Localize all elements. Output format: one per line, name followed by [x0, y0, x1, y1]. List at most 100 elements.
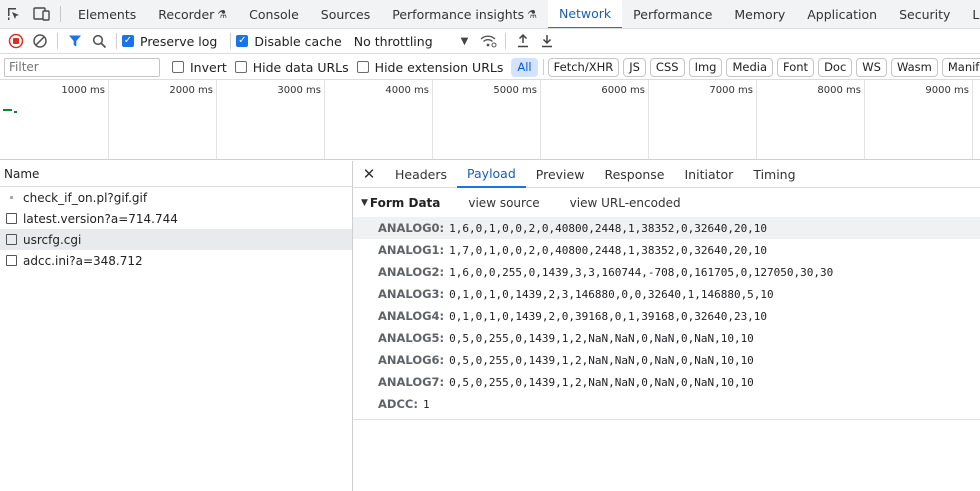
filter-type-all[interactable]: All	[511, 57, 538, 77]
network-conditions-icon[interactable]	[476, 29, 500, 53]
checkbox-checked-icon: ✓	[236, 35, 249, 47]
filter-type-doc[interactable]: Doc	[818, 57, 853, 77]
form-data-value: 1,7,0,1,0,0,2,0,40800,2448,1,38352,0,326…	[449, 243, 768, 257]
tab-recorder[interactable]: Recorder ⚗	[147, 0, 238, 28]
filter-type-js[interactable]: JS	[623, 57, 646, 77]
form-data-row[interactable]: ANALOG2: 1,6,0,0,255,0,1439,3,3,160744,-7…	[353, 261, 980, 283]
tab-label: Elements	[78, 6, 137, 22]
form-data-value: 1,6,0,0,255,0,1439,3,3,160744,-708,0,161…	[449, 265, 834, 279]
view-source-link[interactable]: view source	[468, 196, 539, 210]
hide-extension-urls-checkbox[interactable]: Hide extension URLs	[356, 59, 504, 75]
form-data-row[interactable]: ANALOG7: 0,5,0,255,0,1439,1,2,NaN,NaN,0,N…	[353, 371, 980, 393]
filter-type-fetch-xhr[interactable]: Fetch/XHR	[547, 57, 620, 77]
timeline-gridline	[324, 80, 325, 159]
form-data-value: 0,5,0,255,0,1439,1,2,NaN,NaN,0,NaN,0,NaN…	[449, 375, 754, 389]
tab-performance-insights[interactable]: Performance insights ⚗	[381, 0, 548, 28]
tab-memory[interactable]: Memory	[723, 0, 796, 28]
toolbar-separator	[116, 33, 117, 49]
filter-type-font[interactable]: Font	[777, 57, 815, 77]
checkbox-checked-icon: ✓	[122, 35, 134, 47]
preserve-log-checkbox[interactable]: ✓ Preserve log	[122, 34, 217, 49]
view-url-encoded-link[interactable]: view URL-encoded	[570, 196, 681, 210]
tab-label: Sources	[320, 6, 371, 22]
filter-type-wasm[interactable]: Wasm	[890, 57, 938, 77]
experiment-flask-icon: ⚗	[217, 7, 228, 21]
detail-tab-headers[interactable]: Headers	[385, 161, 457, 188]
request-row[interactable]: usrcfg.cgi	[0, 229, 352, 250]
filter-type-manifest[interactable]: Manifest	[941, 57, 980, 77]
request-row[interactable]: latest.version?a=714.744	[0, 208, 352, 229]
filter-type-media[interactable]: Media	[726, 57, 774, 77]
search-icon[interactable]	[87, 29, 111, 53]
name-column-label: Name	[4, 166, 40, 181]
form-data-row[interactable]: ANALOG5: 0,5,0,255,0,1439,1,2,NaN,NaN,0,N…	[353, 327, 980, 349]
clear-icon[interactable]	[28, 29, 52, 53]
tab-sources[interactable]: Sources	[310, 0, 381, 28]
inspect-element-icon[interactable]	[0, 0, 28, 28]
tab-label: Recorder	[158, 6, 215, 22]
timeline-gridline	[864, 80, 865, 159]
close-icon[interactable]: ✕	[353, 161, 385, 187]
detail-tab-preview[interactable]: Preview	[526, 161, 595, 188]
filter-type-ws[interactable]: WS	[856, 57, 887, 77]
waterfall-bar	[3, 109, 12, 111]
preserve-log-label: Preserve log	[140, 33, 218, 49]
form-data-key: ANALOG4:	[378, 309, 445, 323]
request-row[interactable]: adcc.ini?a=348.712	[0, 250, 352, 271]
detail-tab-timing[interactable]: Timing	[743, 161, 805, 188]
tab-label: Security	[899, 6, 951, 22]
tab-elements[interactable]: Elements	[67, 0, 147, 28]
tab-performance[interactable]: Performance	[622, 0, 723, 28]
form-data-row[interactable]: ANALOG6: 0,5,0,255,0,1439,1,2,NaN,NaN,0,N…	[353, 349, 980, 371]
timeline-tick-label: 3000 ms	[277, 85, 321, 96]
tab-application[interactable]: Application	[796, 0, 888, 28]
import-har-icon[interactable]	[511, 29, 535, 53]
checkbox-unchecked-icon	[234, 61, 247, 73]
timeline-tick-label: 8000 ms	[817, 85, 861, 96]
hide-extension-urls-label: Hide extension URLs	[374, 59, 504, 75]
timeline-tick-label: 2000 ms	[169, 85, 213, 96]
device-toolbar-icon[interactable]	[28, 0, 56, 28]
form-data-row[interactable]: ANALOG0: 1,6,0,1,0,0,2,0,40800,2448,1,383…	[353, 217, 980, 239]
stop-recording-icon[interactable]	[4, 29, 28, 53]
timeline-tick-label: 5000 ms	[493, 85, 537, 96]
filter-type-css[interactable]: CSS	[649, 57, 685, 77]
filter-icon[interactable]	[63, 29, 87, 53]
requests-column-header[interactable]: Name	[0, 161, 352, 187]
hide-data-urls-checkbox[interactable]: Hide data URLs	[234, 59, 349, 75]
tab-console[interactable]: Console	[238, 0, 310, 28]
form-data-row[interactable]: ANALOG1: 1,7,0,1,0,0,2,0,40800,2448,1,383…	[353, 239, 980, 261]
form-data-row[interactable]: ADCC: 1	[353, 393, 980, 415]
form-data-value: 0,1,0,1,0,1439,2,3,146880,0,0,32640,1,14…	[449, 287, 774, 301]
disable-cache-label: Disable cache	[254, 33, 342, 49]
detail-tab-response[interactable]: Response	[594, 161, 674, 188]
timeline-gridline	[648, 80, 649, 159]
section-divider	[353, 419, 980, 420]
invert-checkbox[interactable]: Invert	[172, 60, 227, 75]
throttling-select[interactable]: No throttling ▼	[354, 34, 469, 49]
disable-cache-checkbox[interactable]: ✓ Disable cache	[236, 33, 342, 49]
tab-security[interactable]: Security	[888, 0, 961, 28]
network-toolbar: ✓ Preserve log ✓ Disable cache No thrott…	[0, 29, 980, 54]
detail-tab-initiator[interactable]: Initiator	[675, 161, 744, 188]
timeline-gridline	[108, 80, 109, 159]
request-row[interactable]: check_if_on.pl?gif.gif	[0, 187, 352, 208]
triangle-down-icon: ▼	[361, 198, 368, 208]
hide-data-urls-label: Hide data URLs	[252, 59, 349, 75]
section-title: Form Data	[369, 196, 441, 210]
export-har-icon[interactable]	[535, 29, 559, 53]
filter-input[interactable]	[4, 57, 160, 77]
timeline-gridline	[432, 80, 433, 159]
network-overview-timeline[interactable]: 1000 ms 2000 ms 3000 ms 4000 ms 5000 ms 6000 …	[0, 80, 980, 160]
form-data-key: ANALOG5:	[378, 331, 445, 345]
filter-type-img[interactable]: Img	[688, 57, 723, 77]
toolbar-separator	[230, 33, 232, 49]
form-data-row[interactable]: ANALOG4: 0,1,0,1,0,1439,2,0,39168,0,1,391…	[353, 305, 980, 327]
tab-network[interactable]: Network	[547, 0, 623, 28]
detail-tab-payload[interactable]: Payload	[457, 161, 526, 188]
timeline-tick-label: 6000 ms	[601, 85, 645, 96]
tab-lighthouse[interactable]: Lighthouse	[961, 0, 980, 28]
timeline-gridline	[540, 80, 541, 159]
form-data-row[interactable]: ANALOG3: 0,1,0,1,0,1439,2,3,146880,0,0,32…	[353, 283, 980, 305]
form-data-header[interactable]: ▼ Form Data view source view URL-encoded	[353, 189, 980, 217]
